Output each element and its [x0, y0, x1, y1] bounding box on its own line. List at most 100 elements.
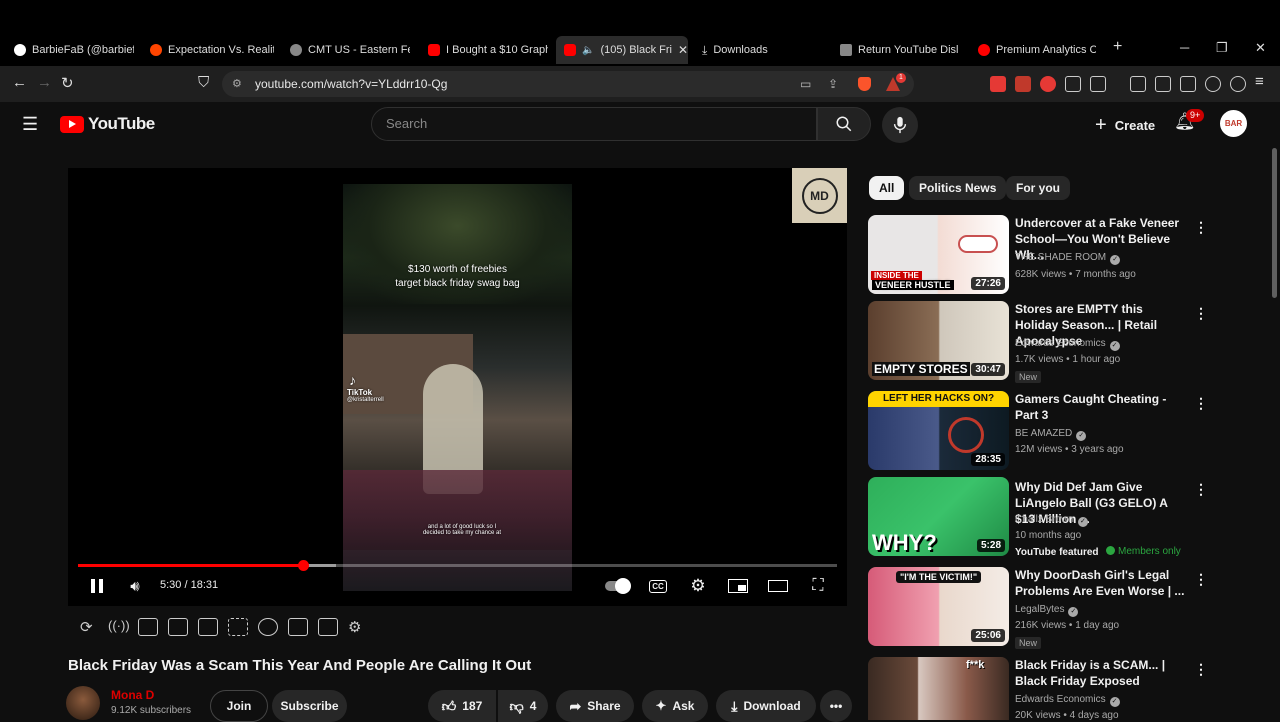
rec-title[interactable]: Gamers Caught Cheating - Part 3: [1015, 391, 1185, 423]
subscribe-button[interactable]: Subscribe: [272, 690, 347, 722]
voice-search-button[interactable]: [882, 107, 918, 143]
recommendation-item[interactable]: f**k Black Friday is a SCAM... | Black F…: [868, 657, 1213, 720]
volume-button[interactable]: 🔊︎: [124, 574, 146, 598]
more-options-icon[interactable]: ⋮: [1194, 571, 1208, 588]
video-player[interactable]: $130 worth of freebies target black frid…: [68, 168, 847, 606]
extension-settings-icon[interactable]: ⚙: [348, 618, 368, 636]
rec-channel[interactable]: THE SHADE ROOM ✓: [1015, 252, 1121, 265]
wallet-icon[interactable]: [1180, 76, 1196, 92]
tab-7[interactable]: Premium Analytics Ch: [978, 38, 1096, 62]
more-options-icon[interactable]: ⋮: [1194, 305, 1208, 322]
chip-all[interactable]: All: [869, 176, 905, 200]
download-button[interactable]: ⤓ Download: [716, 690, 816, 722]
eye-icon[interactable]: [138, 618, 158, 636]
tab-5[interactable]: ⤓ Downloads: [702, 38, 822, 62]
extension-1-icon[interactable]: [990, 76, 1006, 92]
adblock-icon[interactable]: [1015, 76, 1031, 92]
captions-button[interactable]: CC: [648, 574, 668, 598]
channel-avatar[interactable]: [66, 686, 100, 720]
dislike-button[interactable]: 👎︎ 4: [498, 690, 548, 722]
maximize-icon[interactable]: ❐: [1216, 40, 1228, 56]
rec-title[interactable]: Why DoorDash Girl's Legal Problems Are E…: [1015, 567, 1185, 599]
bookmark-icon[interactable]: ⛉: [198, 74, 209, 91]
film-icon[interactable]: [168, 618, 188, 636]
back-icon[interactable]: ←: [12, 74, 27, 91]
more-options-icon[interactable]: ⋮: [1194, 661, 1208, 678]
video-frame[interactable]: $130 worth of freebies target black frid…: [343, 184, 572, 591]
tab-0[interactable]: BarbieFaB (@barbiefa: [14, 38, 134, 62]
video-thumbnail[interactable]: "I'M THE VICTIM!" 25:06: [868, 567, 1009, 646]
create-button[interactable]: + Create: [1085, 109, 1165, 141]
tab-2[interactable]: CMT US - Eastern Fee: [290, 38, 410, 62]
video-thumbnail[interactable]: f**k: [868, 657, 1009, 720]
tab-6[interactable]: Return YouTube Disli: [840, 38, 958, 62]
reload-icon[interactable]: ↻: [61, 74, 74, 92]
minimize-icon[interactable]: ─: [1180, 40, 1189, 55]
rec-channel[interactable]: Edwards Economics ✓: [1015, 338, 1120, 351]
hamburger-menu-icon[interactable]: ☰: [22, 114, 38, 135]
crop-icon[interactable]: [228, 618, 248, 636]
avatar[interactable]: BAR: [1220, 110, 1247, 137]
close-window-icon[interactable]: ✕: [1255, 40, 1266, 56]
more-options-icon[interactable]: ⋮: [1194, 481, 1208, 498]
settings-button[interactable]: ⚙: [688, 574, 708, 598]
add-clip-icon[interactable]: [288, 618, 308, 636]
close-tab-icon[interactable]: ✕: [678, 43, 688, 57]
picture-in-picture-icon[interactable]: [198, 618, 218, 636]
extension-3-icon[interactable]: [1040, 76, 1056, 92]
share-button[interactable]: ➦ Share: [556, 690, 634, 722]
youtube-logo[interactable]: YouTube: [60, 114, 155, 134]
video-thumbnail[interactable]: EMPTY STORES 30:47: [868, 301, 1009, 380]
share-page-icon[interactable]: ⇪: [828, 71, 838, 97]
rec-channel[interactable]: BE AMAZED ✓: [1015, 428, 1087, 441]
speedometer-icon[interactable]: [258, 618, 278, 636]
ask-button[interactable]: ✦ Ask: [642, 690, 708, 722]
tab-4-active[interactable]: 🔈 (105) Black Fri ✕: [556, 36, 688, 64]
chip-politics-news[interactable]: Politics News: [909, 176, 1007, 200]
leo-icon[interactable]: [1205, 76, 1221, 92]
autoplay-toggle[interactable]: [602, 574, 632, 598]
video-thumbnail[interactable]: INSIDE THE VENEER HUSTLE 27:26: [868, 215, 1009, 294]
channel-name[interactable]: Mona D: [111, 688, 154, 702]
page-scrollbar[interactable]: [1272, 148, 1277, 298]
browser-menu-icon[interactable]: ≡: [1255, 73, 1264, 90]
more-options-icon[interactable]: ⋮: [1194, 219, 1208, 236]
fullscreen-button[interactable]: ⛶: [808, 574, 828, 598]
more-options-icon[interactable]: ⋮: [1194, 395, 1208, 412]
recommendation-item[interactable]: LEFT HER HACKS ON? 28:35 Gamers Caught C…: [868, 391, 1213, 471]
brave-shield-icon[interactable]: [858, 77, 871, 91]
site-info-icon[interactable]: ⚙: [232, 71, 242, 97]
tab-1[interactable]: Expectation Vs. Reality: [150, 38, 274, 62]
extensions-puzzle-icon[interactable]: [1065, 76, 1081, 92]
progress-scrubber[interactable]: [297, 560, 309, 571]
more-actions-button[interactable]: •••: [820, 690, 852, 722]
theater-mode-button[interactable]: [767, 574, 789, 598]
media-icon[interactable]: [1130, 76, 1146, 92]
rec-channel[interactable]: Edwards Economics ✓: [1015, 694, 1120, 707]
screenshot-icon[interactable]: [318, 618, 338, 636]
audio-icon[interactable]: ((·)): [108, 618, 130, 636]
rec-title[interactable]: Black Friday is a SCAM... | Black Friday…: [1015, 657, 1185, 689]
new-tab-icon[interactable]: +: [1113, 38, 1122, 56]
like-button[interactable]: 👍︎ 187: [428, 690, 496, 722]
search-button[interactable]: [817, 107, 871, 141]
search-input[interactable]: Search: [371, 107, 817, 141]
tab-3[interactable]: I Bought a $10 Graph: [428, 38, 548, 62]
recommendation-item[interactable]: "I'M THE VICTIM!" 25:06 Why DoorDash Gir…: [868, 567, 1213, 649]
join-button[interactable]: Join: [210, 690, 268, 722]
rec-channel[interactable]: LegalBytes ✓: [1015, 604, 1079, 617]
url-bar[interactable]: ⚙ youtube.com/watch?v=YLddrr10-Qg ▭ ⇪ 1: [222, 71, 914, 97]
progress-bar[interactable]: [78, 560, 837, 571]
video-thumbnail[interactable]: WHY? 5:28: [868, 477, 1009, 556]
forward-icon[interactable]: →: [37, 74, 52, 91]
miniplayer-button[interactable]: [727, 574, 749, 598]
extension-5-icon[interactable]: [1090, 76, 1106, 92]
recommendation-item[interactable]: INSIDE THE VENEER HUSTLE 27:26 Undercove…: [868, 215, 1213, 295]
pause-button[interactable]: [86, 574, 108, 598]
loop-icon[interactable]: ⟳: [80, 618, 100, 636]
recommendation-item[interactable]: WHY? 5:28 Why Did Def Jam Give LiAngelo …: [868, 477, 1213, 558]
rec-channel[interactable]: Challz Brown ✓: [1015, 514, 1088, 527]
cast-icon[interactable]: ▭: [800, 71, 811, 97]
vpn-icon[interactable]: [1230, 76, 1246, 92]
recommendation-item[interactable]: EMPTY STORES 30:47 Stores are EMPTY this…: [868, 301, 1213, 383]
